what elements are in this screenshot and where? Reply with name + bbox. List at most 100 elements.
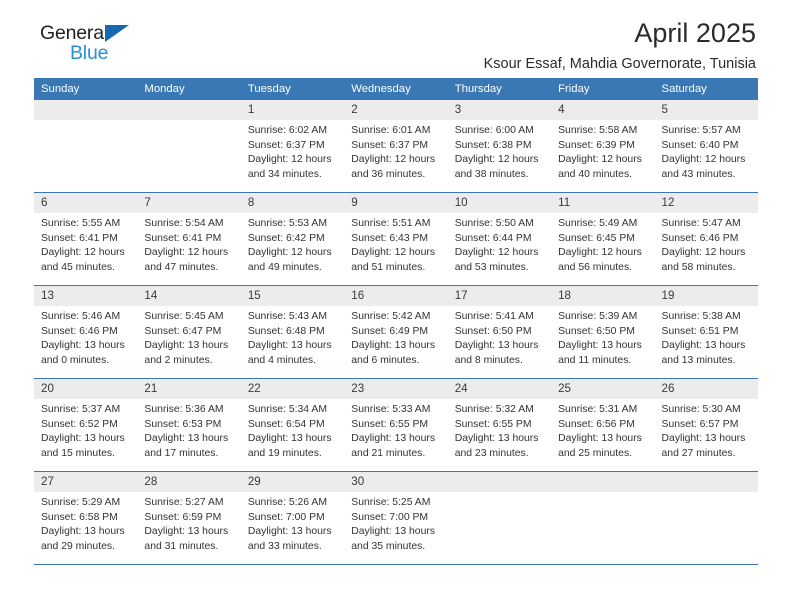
- calendar-day-cell[interactable]: 1 Sunrise: 6:02 AM Sunset: 6:37 PM Daylight…: [240, 100, 345, 193]
- day-details: Sunrise: 5:50 AM Sunset: 6:44 PM Daylight:…: [448, 213, 551, 285]
- day-details: Sunrise: 5:39 AM Sunset: 6:50 PM Daylight:…: [551, 306, 654, 378]
- calendar-day-cell[interactable]: 28 Sunrise: 5:27 AM Sunset: 6:59 PM Dayligh…: [137, 471, 241, 564]
- day-details: Sunrise: 5:58 AM Sunset: 6:39 PM Daylight:…: [551, 120, 654, 192]
- calendar-day-cell[interactable]: 6 Sunrise: 5:55 AM Sunset: 6:41 PM Daylight…: [34, 192, 138, 286]
- weekday-header-row: Sunday Monday Tuesday Wednesday Thursday…: [34, 78, 758, 100]
- calendar-day-cell[interactable]: 12 Sunrise: 5:47 AM Sunset: 6:46 PM Dayligh…: [654, 192, 758, 286]
- day-number: 5: [654, 100, 758, 120]
- day-detail-daylight: and 4 minutes.: [247, 354, 317, 366]
- calendar-week-row: 20 Sunrise: 5:37 AM Sunset: 6:52 PM Dayligh…: [34, 378, 758, 472]
- calendar-day-cell[interactable]: 17 Sunrise: 5:41 AM Sunset: 6:50 PM Dayligh…: [447, 285, 552, 379]
- day-detail-sunset: Sunset: 6:49 PM: [351, 325, 429, 337]
- calendar-day-cell[interactable]: 3 Sunrise: 6:00 AM Sunset: 6:38 PM Daylight…: [447, 100, 552, 193]
- calendar-day-cell[interactable]: 7 Sunrise: 5:54 AM Sunset: 6:41 PM Daylight…: [137, 192, 241, 286]
- day-detail-sunrise: Sunrise: 5:53 AM: [247, 218, 327, 229]
- page-title: April 2025: [634, 18, 756, 48]
- day-detail-sunrise: Sunrise: 5:32 AM: [454, 404, 534, 415]
- day-detail-daylight: and 35 minutes.: [351, 540, 426, 552]
- day-number: 20: [34, 379, 138, 399]
- day-number: 7: [137, 193, 241, 213]
- day-detail-daylight: and 49 minutes.: [247, 261, 322, 273]
- day-number: 17: [447, 286, 552, 306]
- day-details: Sunrise: 5:55 AM Sunset: 6:41 PM Daylight:…: [34, 213, 137, 285]
- calendar-day-cell[interactable]: 22 Sunrise: 5:34 AM Sunset: 6:54 PM Dayligh…: [240, 378, 345, 472]
- calendar-day-cell[interactable]: 21 Sunrise: 5:36 AM Sunset: 6:53 PM Dayligh…: [137, 378, 241, 472]
- day-detail-daylight: Daylight: 12 hours: [41, 247, 125, 259]
- calendar-day-cell[interactable]: 11 Sunrise: 5:49 AM Sunset: 6:45 PM Dayligh…: [551, 192, 655, 286]
- day-number: 27: [34, 472, 138, 492]
- day-detail-daylight: Daylight: 12 hours: [661, 154, 746, 166]
- day-details: [34, 120, 137, 192]
- calendar-day-cell[interactable]: 14 Sunrise: 5:45 AM Sunset: 6:47 PM Dayligh…: [137, 285, 241, 379]
- day-detail-sunrise: Sunrise: 5:50 AM: [454, 218, 534, 229]
- day-detail-daylight: Daylight: 12 hours: [454, 247, 539, 259]
- day-number: 30: [344, 472, 448, 492]
- day-detail-sunset: Sunset: 6:55 PM: [454, 418, 532, 430]
- calendar-day-cell[interactable]: 9 Sunrise: 5:51 AM Sunset: 6:43 PM Daylight…: [344, 192, 448, 286]
- calendar-day-cell[interactable]: 15 Sunrise: 5:43 AM Sunset: 6:48 PM Dayligh…: [240, 285, 345, 379]
- calendar-day-cell[interactable]: 23 Sunrise: 5:33 AM Sunset: 6:55 PM Dayligh…: [344, 378, 448, 472]
- day-detail-daylight: and 15 minutes.: [41, 447, 115, 459]
- calendar-day-cell-empty: [551, 471, 655, 564]
- calendar-day-cell[interactable]: 25 Sunrise: 5:31 AM Sunset: 6:56 PM Dayligh…: [551, 378, 655, 472]
- day-detail-sunset: Sunset: 6:40 PM: [661, 139, 739, 151]
- day-details: [448, 492, 551, 564]
- calendar-day-cell[interactable]: 27 Sunrise: 5:29 AM Sunset: 6:58 PM Dayligh…: [34, 471, 138, 564]
- day-detail-sunrise: Sunrise: 5:55 AM: [41, 218, 121, 229]
- day-detail-sunset: Sunset: 6:57 PM: [661, 418, 739, 430]
- calendar-body: 1 Sunrise: 6:02 AM Sunset: 6:37 PM Daylight…: [34, 100, 758, 564]
- calendar-day-cell[interactable]: 16 Sunrise: 5:42 AM Sunset: 6:49 PM Dayligh…: [344, 285, 448, 379]
- calendar-week-row: 13 Sunrise: 5:46 AM Sunset: 6:46 PM Dayligh…: [34, 285, 758, 379]
- day-detail-sunset: Sunset: 6:55 PM: [351, 418, 429, 430]
- day-detail-sunset: Sunset: 6:51 PM: [661, 325, 739, 337]
- day-detail-sunset: Sunset: 6:47 PM: [144, 325, 222, 337]
- day-detail-daylight: Daylight: 13 hours: [247, 526, 332, 538]
- day-detail-daylight: and 11 minutes.: [558, 354, 632, 366]
- calendar-day-cell[interactable]: 20 Sunrise: 5:37 AM Sunset: 6:52 PM Dayligh…: [34, 378, 138, 472]
- day-detail-daylight: and 13 minutes.: [661, 354, 736, 366]
- calendar-day-cell[interactable]: 24 Sunrise: 5:32 AM Sunset: 6:55 PM Dayligh…: [447, 378, 552, 472]
- logo-text-blue: Blue: [70, 42, 109, 64]
- day-detail-sunrise: Sunrise: 5:30 AM: [661, 404, 741, 415]
- day-details: [137, 120, 240, 192]
- day-detail-sunset: Sunset: 7:00 PM: [351, 511, 429, 523]
- day-detail-daylight: and 33 minutes.: [247, 540, 322, 552]
- day-detail-sunset: Sunset: 6:41 PM: [41, 232, 118, 244]
- calendar-day-cell[interactable]: 18 Sunrise: 5:39 AM Sunset: 6:50 PM Dayligh…: [551, 285, 655, 379]
- calendar-day-cell[interactable]: 10 Sunrise: 5:50 AM Sunset: 6:44 PM Dayligh…: [447, 192, 552, 286]
- calendar-day-cell[interactable]: 19 Sunrise: 5:38 AM Sunset: 6:51 PM Dayligh…: [654, 285, 758, 379]
- calendar-week-row: 27 Sunrise: 5:29 AM Sunset: 6:58 PM Dayligh…: [34, 471, 758, 564]
- day-detail-daylight: and 40 minutes.: [558, 168, 633, 180]
- calendar-bottom-rule: [34, 564, 758, 565]
- calendar-day-cell[interactable]: 2 Sunrise: 6:01 AM Sunset: 6:37 PM Daylight…: [344, 100, 448, 193]
- day-detail-daylight: and 36 minutes.: [351, 168, 426, 180]
- day-detail-sunrise: Sunrise: 5:37 AM: [41, 404, 121, 415]
- calendar-day-cell[interactable]: 4 Sunrise: 5:58 AM Sunset: 6:39 PM Daylight…: [551, 100, 655, 193]
- day-detail-sunrise: Sunrise: 5:54 AM: [144, 218, 224, 229]
- day-details: Sunrise: 5:42 AM Sunset: 6:49 PM Daylight:…: [344, 306, 447, 378]
- generalblue-logo[interactable]: General Blue: [40, 22, 150, 68]
- day-number: 16: [344, 286, 448, 306]
- calendar-day-cell[interactable]: 8 Sunrise: 5:53 AM Sunset: 6:42 PM Daylight…: [240, 192, 345, 286]
- day-detail-daylight: Daylight: 13 hours: [351, 433, 436, 445]
- day-number: 9: [344, 193, 448, 213]
- calendar-day-cell[interactable]: 13 Sunrise: 5:46 AM Sunset: 6:46 PM Dayligh…: [34, 285, 138, 379]
- day-detail-daylight: Daylight: 13 hours: [454, 433, 539, 445]
- day-details: Sunrise: 5:51 AM Sunset: 6:43 PM Daylight:…: [344, 213, 447, 285]
- calendar-day-cell[interactable]: 5 Sunrise: 5:57 AM Sunset: 6:40 PM Daylight…: [654, 100, 758, 193]
- calendar-day-cell[interactable]: 30 Sunrise: 5:25 AM Sunset: 7:00 PM Dayligh…: [344, 471, 448, 564]
- calendar-day-cell[interactable]: 26 Sunrise: 5:30 AM Sunset: 6:57 PM Dayligh…: [654, 378, 758, 472]
- day-details: Sunrise: 5:33 AM Sunset: 6:55 PM Daylight:…: [344, 399, 447, 471]
- day-number: [137, 100, 241, 120]
- day-details: Sunrise: 5:37 AM Sunset: 6:52 PM Daylight:…: [34, 399, 137, 471]
- calendar-week-row: 1 Sunrise: 6:02 AM Sunset: 6:37 PM Daylight…: [34, 100, 758, 193]
- day-detail-sunrise: Sunrise: 5:57 AM: [661, 125, 741, 136]
- day-number: 1: [240, 100, 345, 120]
- calendar-day-cell[interactable]: 29 Sunrise: 5:26 AM Sunset: 7:00 PM Dayligh…: [240, 471, 345, 564]
- sunrise-sunset-calendar: Sunday Monday Tuesday Wednesday Thursday…: [34, 78, 758, 564]
- day-detail-daylight: Daylight: 13 hours: [558, 433, 642, 445]
- title-block: April 2025 Ksour Essaf, Mahdia Governora…: [484, 16, 756, 75]
- day-number: 19: [654, 286, 758, 306]
- day-detail-daylight: and 17 minutes.: [144, 447, 219, 459]
- day-detail-daylight: and 21 minutes.: [351, 447, 426, 459]
